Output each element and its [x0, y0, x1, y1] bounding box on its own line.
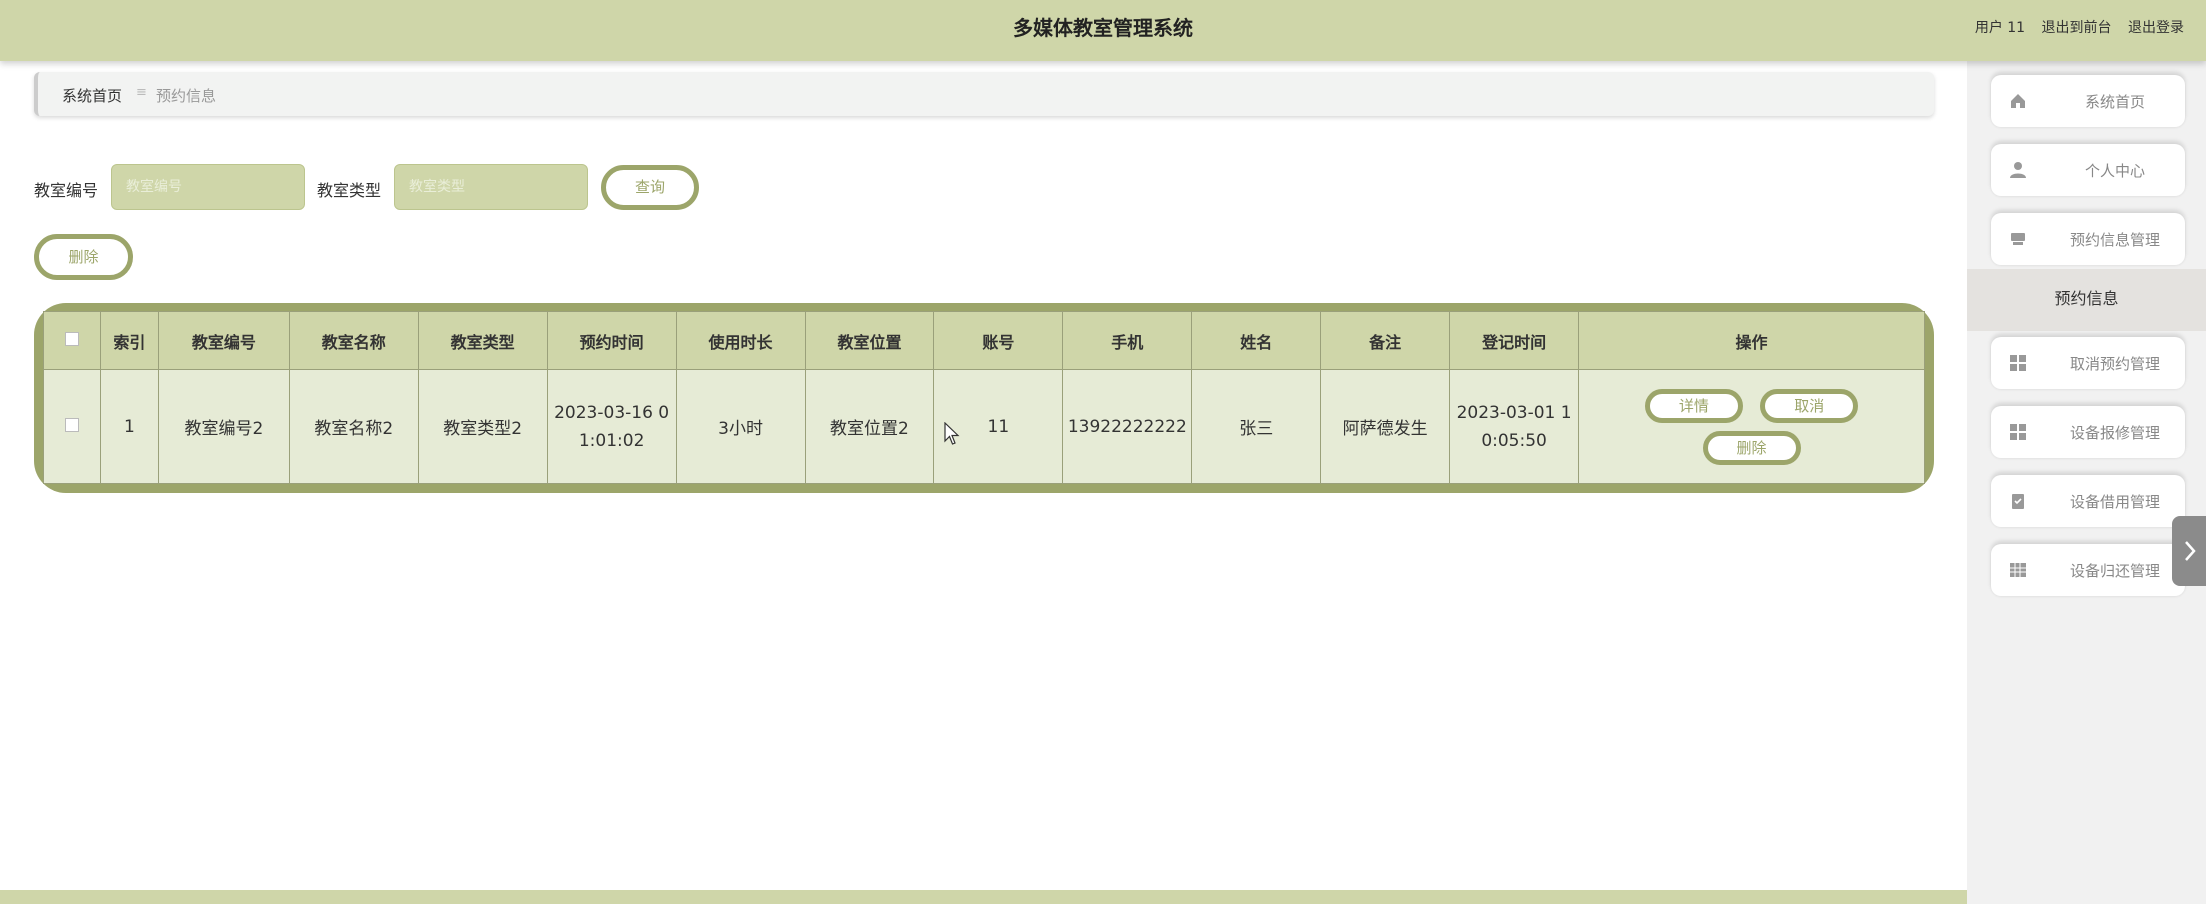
home-icon: [2011, 94, 2025, 108]
sidebar-item-return[interactable]: 设备归还管理: [1991, 544, 2185, 596]
sidebar-item-label: 预约信息管理: [2069, 231, 2160, 249]
col-header: 手机: [1062, 311, 1193, 370]
table-header-row: 索引 教室编号 教室名称 教室类型 预约时间 使用时长 教室位置 账号 手机 姓…: [43, 311, 1925, 370]
row-checkbox[interactable]: [64, 417, 79, 432]
logout-link[interactable]: 退出登录: [2128, 20, 2184, 36]
reserve-time-cell: 2023-03-16 0 1:01:02: [546, 369, 677, 484]
clipboard-icon: [2012, 494, 2024, 509]
sidebar-item-label: 系统首页: [2084, 93, 2145, 111]
sidebar-item-profile[interactable]: 个人中心: [1991, 144, 2185, 196]
sidebar-item-label: 设备归还管理: [2069, 562, 2160, 580]
reserve-time-line2: 1:01:02: [578, 430, 645, 451]
room-no-cell: 教室编号2: [157, 369, 290, 484]
room-type-label: 教室类型: [317, 181, 382, 200]
batch-delete-button[interactable]: 删除: [34, 234, 133, 280]
reserve-time-line1: 2023-03-16 0: [554, 402, 670, 423]
remark-cell: 阿萨德发生: [1320, 369, 1451, 484]
room-name-cell: 教室名称2: [288, 369, 419, 484]
select-all-header: [43, 311, 101, 370]
user-icon: [2010, 162, 2026, 178]
reservation-table: 索引 教室编号 教室名称 教室类型 预约时间 使用时长 教室位置 账号 手机 姓…: [43, 311, 1925, 484]
room-no-label: 教室编号: [34, 181, 99, 200]
col-header: 登记时间: [1449, 311, 1580, 370]
sidebar-subitem-label: 预约信息: [2054, 289, 2119, 308]
sidebar-item-repair[interactable]: 设备报修管理: [1991, 406, 2185, 458]
col-header: 账号: [933, 311, 1064, 370]
sidebar-item-label: 取消预约管理: [2069, 355, 2160, 373]
sidebar-item-borrow[interactable]: 设备借用管理: [1991, 475, 2185, 527]
query-button[interactable]: 查询: [601, 165, 699, 210]
table-row: 1 教室编号2 教室名称2 教室类型2 2023-03-16 0 1:01:02…: [43, 369, 1925, 484]
user-name: 用户 11: [1974, 20, 2026, 36]
duration-cell: 3小时: [675, 369, 806, 484]
phone-cell: 13922222222: [1062, 369, 1193, 484]
to-front-link[interactable]: 退出到前台: [2042, 20, 2112, 36]
breadcrumb-separator: ≡: [136, 85, 147, 100]
col-header: 姓名: [1191, 311, 1322, 370]
detail-button[interactable]: 详情: [1644, 388, 1743, 423]
sidebar-item-reservation[interactable]: 预约信息管理: [1991, 213, 2185, 265]
sidebar-item-cancel-reservation[interactable]: 取消预约管理: [1991, 337, 2185, 389]
desk-icon: [2011, 233, 2025, 245]
row-delete-button[interactable]: 删除: [1702, 430, 1801, 465]
grid-icon: [2010, 424, 2026, 440]
col-header: 预约时间: [546, 311, 677, 370]
sidebar-item-label: 设备报修管理: [2069, 424, 2160, 442]
sidebar-subitem-reservation-info[interactable]: 预约信息: [1967, 269, 2206, 331]
sidebar-item-label: 设备借用管理: [2069, 493, 2160, 511]
col-header: 备注: [1320, 311, 1451, 370]
col-header: 教室类型: [417, 311, 548, 370]
actions-cell: 详情 取消 删除: [1578, 369, 1925, 484]
top-header: 多媒体教室管理系统 用户 11 退出到前台 退出登录: [0, 0, 2206, 61]
col-header: 操作: [1578, 311, 1925, 370]
app-title: 多媒体教室管理系统: [1013, 16, 1193, 40]
register-time-cell: 2023-03-01 1 0:05:50: [1449, 369, 1580, 484]
table-icon: [2010, 563, 2026, 577]
room-no-input[interactable]: [111, 164, 305, 210]
data-table-container: 索引 教室编号 教室名称 教室类型 预约时间 使用时长 教室位置 账号 手机 姓…: [34, 303, 1934, 493]
register-time-line2: 0:05:50: [1481, 430, 1547, 451]
sidebar-item-home[interactable]: 系统首页: [1991, 75, 2185, 127]
sidebar-toggle-button[interactable]: [2172, 516, 2206, 586]
footer-bar: [0, 890, 1967, 904]
select-all-checkbox[interactable]: [64, 332, 79, 346]
sidebar-item-label: 个人中心: [2084, 162, 2145, 180]
index-cell: 1: [99, 369, 159, 484]
room-type-input[interactable]: [394, 164, 588, 210]
breadcrumb: 系统首页 ≡ 预约信息: [34, 72, 1934, 116]
mouse-cursor-icon: [944, 422, 960, 445]
grid-icon: [2010, 355, 2026, 371]
name-cell: 张三: [1191, 369, 1322, 484]
chevron-right-icon: [2185, 541, 2196, 561]
col-header: 教室位置: [804, 311, 935, 370]
col-header: 索引: [99, 311, 159, 370]
register-time-line1: 2023-03-01 1: [1456, 402, 1572, 423]
col-header: 教室编号: [157, 311, 290, 370]
breadcrumb-home[interactable]: 系统首页: [62, 85, 122, 106]
row-select-cell: [43, 369, 101, 484]
cancel-button[interactable]: 取消: [1760, 388, 1859, 423]
col-header: 使用时长: [675, 311, 806, 370]
right-sidebar: 系统首页 个人中心 预约信息管理 预约信息 取消预约管理 设备报修管理 设备借用…: [1967, 61, 2206, 904]
breadcrumb-current: 预约信息: [156, 87, 217, 105]
col-header: 教室名称: [288, 311, 419, 370]
location-cell: 教室位置2: [804, 369, 935, 484]
room-type-cell: 教室类型2: [417, 369, 548, 484]
user-links: 用户 11 退出到前台 退出登录: [1963, 17, 2184, 37]
